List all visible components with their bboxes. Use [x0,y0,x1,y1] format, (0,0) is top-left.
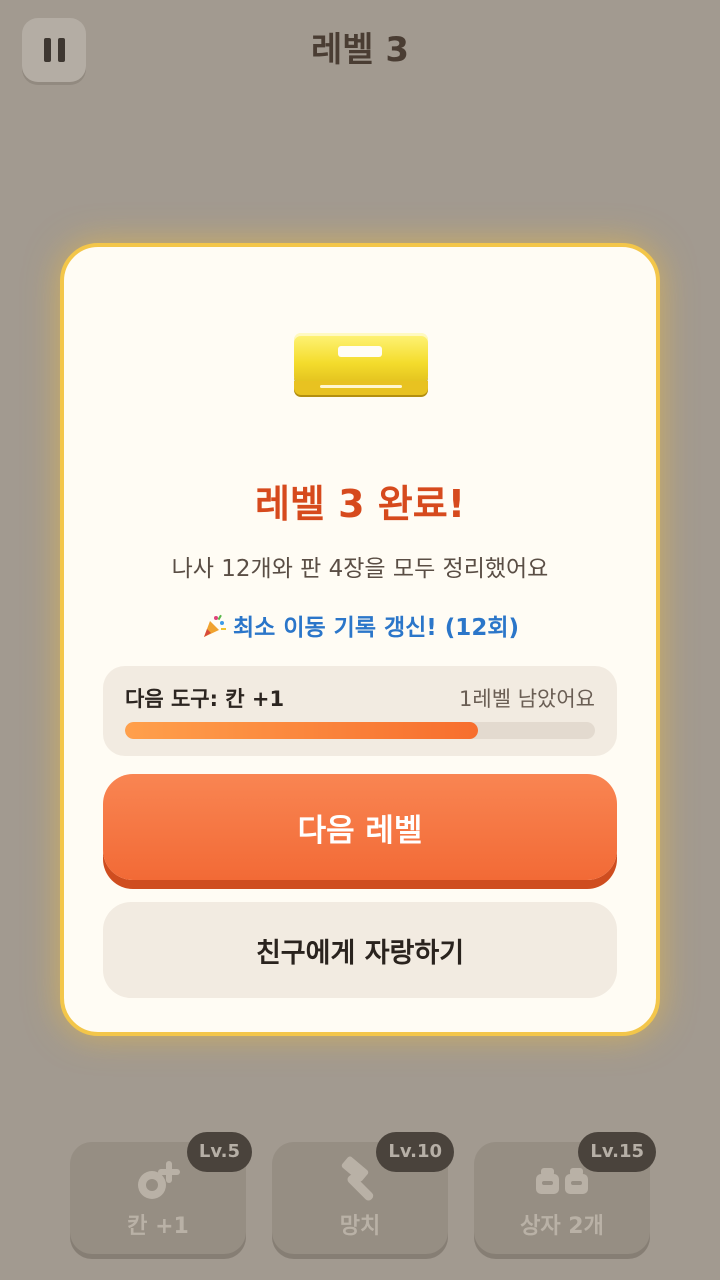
record-text: 최소 이동 기록 갱신! (12회) [233,615,519,641]
tool-level-badge: Lv.15 [578,1132,656,1172]
tool-label: 상자 2개 [520,1214,604,1239]
party-popper-icon [201,613,227,641]
share-with-friends-button[interactable]: 친구에게 자랑하기 [103,902,617,998]
level-title: 레벨 3 [310,30,410,70]
level-complete-title: 레벨 3 완료! [254,482,466,526]
record-banner: 최소 이동 기록 갱신! (12회) [64,608,656,642]
next-level-button[interactable]: 다음 레벨 [103,774,617,880]
next-tool-progress: 다음 도구: 칸 +1 1레벨 남았어요 [103,666,617,756]
tool-level-badge: Lv.5 [186,1132,252,1172]
tool-label: 망치 [339,1214,381,1239]
tool-bar: 칸 +1 Lv.5 망치 Lv.10 상자 2개 Lv.15 [70,1132,656,1256]
tool-label: 칸 +1 [127,1214,189,1239]
add-slot-icon [128,1156,188,1204]
tool-level-badge: Lv.10 [376,1132,454,1172]
tool-two-boxes[interactable]: 상자 2개 Lv.15 [474,1132,656,1254]
level-complete-dialog: 레벨 3 완료! 나사 12개와 판 4장을 모두 정리했어요 최소 이동 기록… [60,243,660,1036]
progress-track [125,722,595,739]
progress-fill [125,722,478,739]
next-tool-label: 다음 도구: 칸 +1 [125,687,285,711]
tool-hammer[interactable]: 망치 Lv.10 [272,1132,454,1254]
level-summary: 나사 12개와 판 4장을 모두 정리했어요 [171,556,549,582]
yellow-drawer-cabinet-icon [292,331,432,401]
levels-remaining-label: 1레벨 남았어요 [459,687,595,711]
tool-add-slot[interactable]: 칸 +1 Lv.5 [70,1132,252,1254]
